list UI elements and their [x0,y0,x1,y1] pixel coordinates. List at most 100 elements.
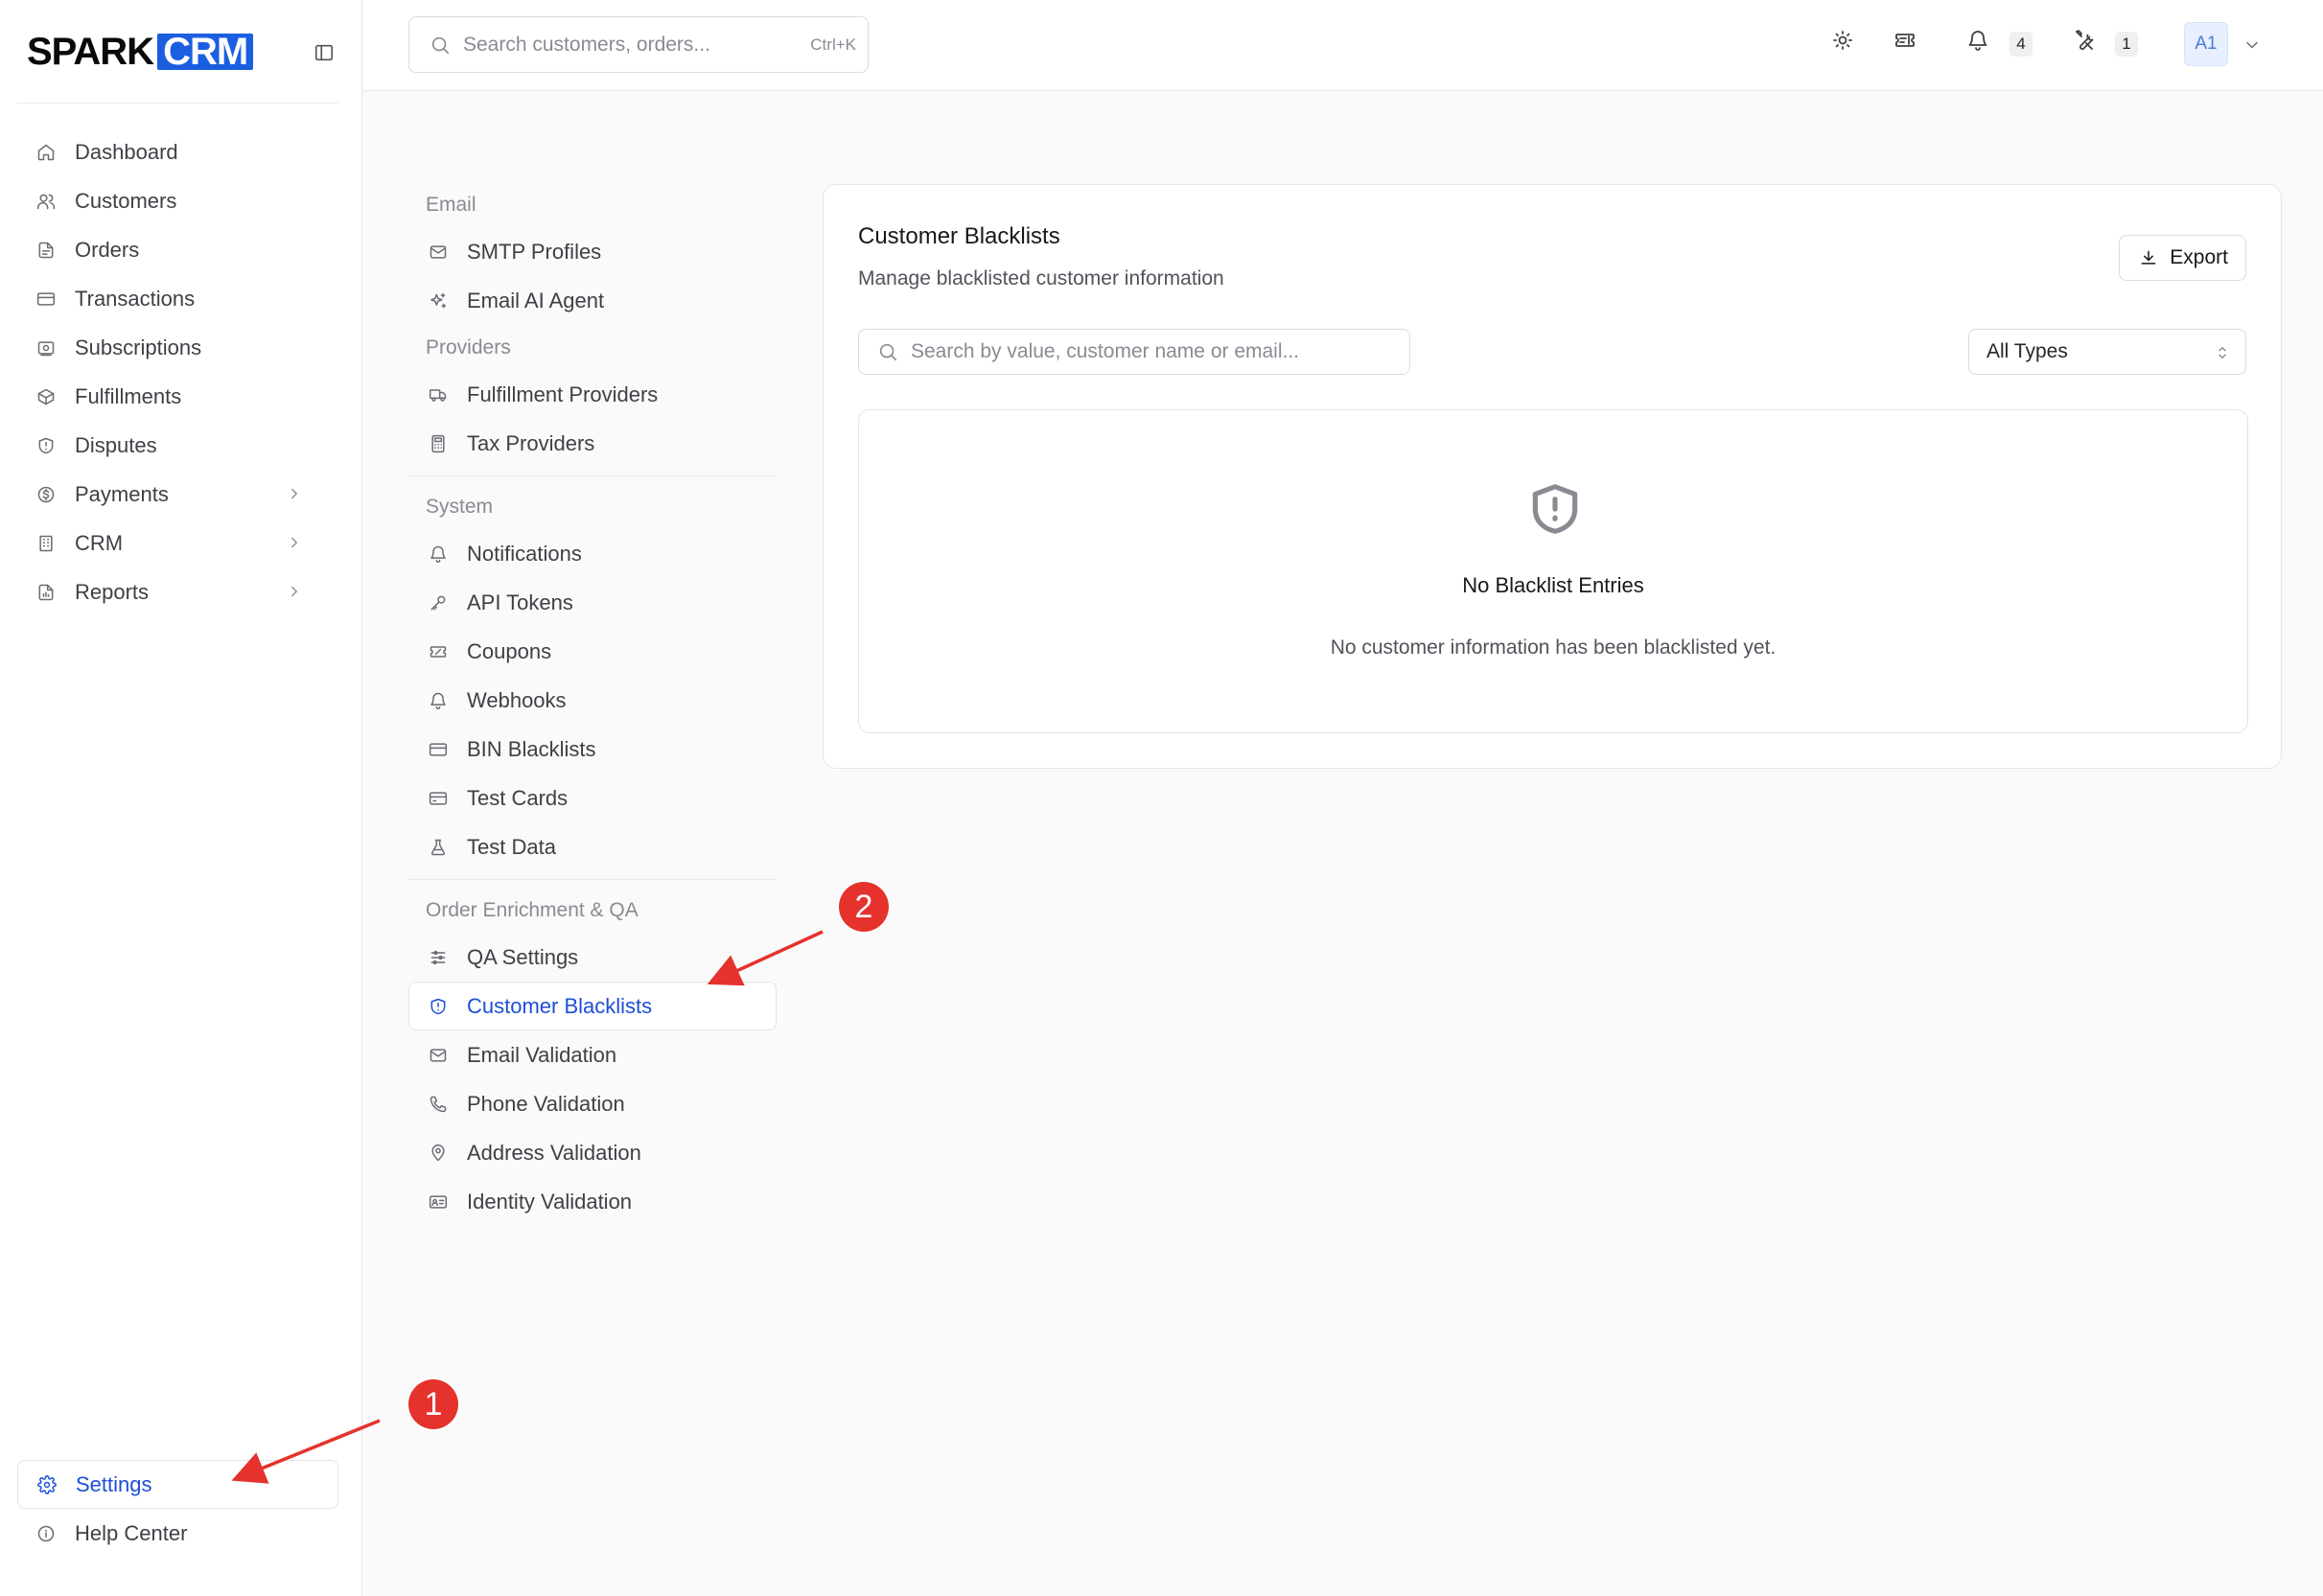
sidebar-item-label: Subscriptions [75,335,202,359]
bell-icon[interactable] [1966,29,1989,52]
blacklist-search-input[interactable]: Search by value, customer name or email.… [858,329,1410,375]
credit-card-icon [35,288,58,311]
sun-icon[interactable] [1831,29,1854,52]
sidebar-item-disputes[interactable]: Disputes [17,421,338,470]
logo-text-crm: CRM [157,33,254,71]
page-title: Customer Blacklists [858,223,1060,249]
topbar: Search customers, orders... Ctrl+K 4 1 A… [363,0,2323,91]
settings-item-email-validation[interactable]: Email Validation [408,1030,777,1079]
sidebar-item-label: CRM [75,530,124,555]
settings-item-label: API Tokens [467,590,573,614]
truck-icon [427,383,450,406]
key-icon [427,591,450,614]
shield-alert-icon [1525,479,1585,539]
logo[interactable]: SPARK CRM [27,30,254,74]
users-icon [35,190,58,213]
page-subtitle: Manage blacklisted customer information [858,267,1224,289]
sidebar-item-label: Transactions [75,286,196,311]
sidebar-item-orders[interactable]: Orders [17,225,338,274]
sidebar-item-settings[interactable]: Settings [17,1460,338,1509]
mail-icon [427,1044,450,1067]
sidebar-item-subscriptions[interactable]: Subscriptions [17,323,338,372]
chevron-down-icon[interactable] [2241,34,2264,57]
settings-section-heading: Email [426,194,476,216]
phone-icon [427,1093,450,1116]
flask-icon [427,836,450,859]
settings-section-heading: System [426,496,494,518]
sidebar-item-transactions[interactable]: Transactions [17,274,338,323]
receipt-icon [35,336,58,359]
settings-item-address-validation[interactable]: Address Validation [408,1128,777,1177]
settings-item-api-tokens[interactable]: API Tokens [408,578,777,627]
package-icon [35,385,58,408]
settings-item-label: Tax Providers [467,430,595,455]
settings-item-webhooks[interactable]: Webhooks [408,676,777,725]
sidebar-item-label: Orders [75,237,140,262]
main-nav: Dashboard Customers Orders Transactions … [17,127,338,616]
search-icon [876,340,899,363]
sidebar-item-label: Customers [75,188,177,213]
settings-item-identity-validation[interactable]: Identity Validation [408,1177,777,1226]
map-pin-icon [427,1142,450,1165]
credit-card-icon [427,738,450,761]
settings-section-heading: Providers [426,336,511,359]
chevron-right-icon [283,580,306,603]
coupon-icon [427,640,450,663]
ticket-icon[interactable] [1893,29,1916,52]
sidebar-divider [17,103,338,104]
sidebar: SPARK CRM Dashboard Customers Orders Tra… [0,0,362,1596]
download-icon [2137,246,2160,269]
notifications-count-badge: 4 [2009,32,2033,57]
type-filter-select[interactable]: All Types [1968,329,2246,375]
chevron-right-icon [283,531,306,554]
sidebar-item-payments[interactable]: Payments [17,470,338,519]
blacklist-search-placeholder: Search by value, customer name or email.… [911,340,1300,362]
sidebar-item-crm[interactable]: CRM [17,519,338,567]
settings-item-coupons[interactable]: Coupons [408,627,777,676]
logo-text-spark: SPARK [27,30,154,73]
avatar[interactable]: A1 [2184,22,2228,66]
file-icon [35,239,58,262]
settings-item-bin-blacklists[interactable]: BIN Blacklists [408,725,777,774]
sidebar-item-label: Fulfillments [75,383,182,408]
sidebar-item-reports[interactable]: Reports [17,567,338,616]
settings-item-phone-validation[interactable]: Phone Validation [408,1079,777,1128]
export-button[interactable]: Export [2119,235,2246,281]
shield-alert-icon [427,995,450,1018]
settings-item-qa-settings[interactable]: QA Settings [408,933,777,982]
settings-item-email-ai-agent[interactable]: Email AI Agent [408,276,777,325]
settings-item-label: Webhooks [467,687,567,712]
search-shortcut-hint: Ctrl+K [810,35,856,54]
sidebar-item-label: Disputes [75,432,157,457]
type-filter-value: All Types [1986,340,2068,362]
sidebar-item-dashboard[interactable]: Dashboard [17,127,338,176]
settings-item-label: Email AI Agent [467,288,605,312]
global-search-input[interactable]: Search customers, orders... Ctrl+K [408,16,869,73]
gear-icon [35,1473,58,1496]
settings-item-fulfillment-providers[interactable]: Fulfillment Providers [408,370,777,419]
settings-section-heading: Order Enrichment & QA [426,899,639,921]
settings-item-label: Fulfillment Providers [467,382,659,406]
tools-count-badge: 1 [2115,32,2138,57]
tools-icon[interactable] [2074,29,2097,52]
settings-item-customer-blacklists[interactable]: Customer Blacklists [408,982,777,1030]
sidebar-item-customers[interactable]: Customers [17,176,338,225]
sidebar-item-help-center[interactable]: Help Center [17,1509,338,1558]
sidebar-bottom-nav: Settings Help Center [17,1460,338,1558]
building-icon [35,532,58,555]
empty-state-title: No Blacklist Entries [1462,573,1644,597]
settings-item-notifications[interactable]: Notifications [408,529,777,578]
settings-item-test-data[interactable]: Test Data [408,822,777,871]
settings-item-smtp-profiles[interactable]: SMTP Profiles [408,227,777,276]
shield-alert-icon [35,434,58,457]
settings-item-label: SMTP Profiles [467,239,602,264]
settings-item-label: Email Validation [467,1042,617,1067]
settings-item-tax-providers[interactable]: Tax Providers [408,419,777,468]
sidebar-item-label: Payments [75,481,169,506]
settings-item-test-cards[interactable]: Test Cards [408,774,777,822]
settings-divider [408,879,777,880]
sidebar-item-fulfillments[interactable]: Fulfillments [17,372,338,421]
settings-item-label: Identity Validation [467,1189,633,1214]
sidebar-toggle-icon[interactable] [310,38,338,67]
search-placeholder: Search customers, orders... [463,33,710,56]
